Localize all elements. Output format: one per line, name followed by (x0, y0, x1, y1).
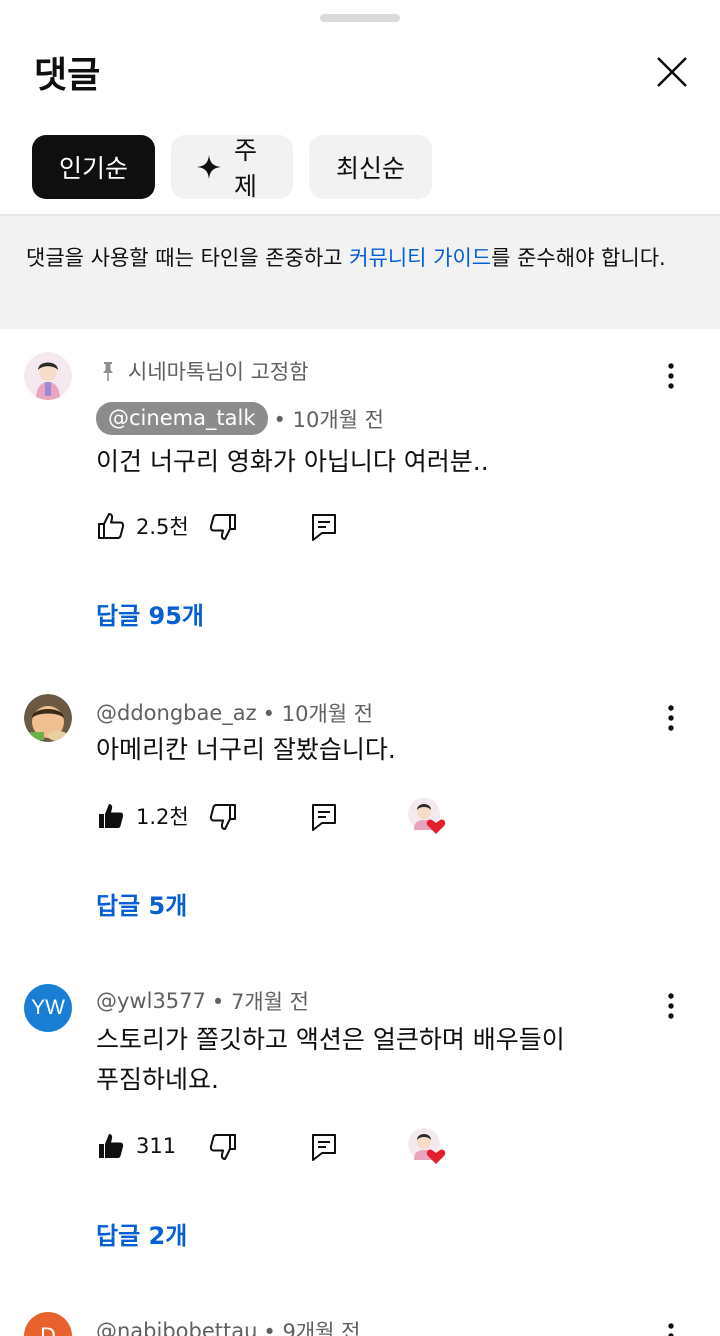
pinned-label: 시네마톡님이 고정함 (98, 356, 309, 386)
reply-icon (312, 1134, 336, 1161)
like-count: 2.5천 (136, 515, 189, 539)
pinned-text: 시네마톡님이 고정함 (128, 360, 309, 384)
comment-text: 이건 너구리 영화가 아닙니다 여러분.. (96, 447, 489, 476)
more-vert-icon (668, 1323, 674, 1336)
like-count: 311 (136, 1134, 177, 1158)
comment-text: 스토리가 쫄깃하고 액션은 얼큰하며 배우들이 푸짐하네요. (96, 1020, 656, 1100)
view-replies-button[interactable]: 답글 5개 (96, 886, 187, 921)
pin-icon (103, 362, 113, 381)
comment-text-line: 스토리가 쫄깃하고 액션은 얼큰하며 배우들이 (96, 1025, 565, 1054)
community-notice: 댓글을 사용할 때는 타인을 존중하고 커뮤니티 가이드를 준수해야 합니다. (0, 216, 720, 329)
comment-item: @ddongbae_az • 10개월 전 아메리칸 너구리 잘봤습니다. 1.… (0, 692, 720, 922)
dislike-button[interactable] (208, 512, 238, 546)
comment-time: • 9개월 전 (263, 1320, 361, 1336)
comment-time: • 10개월 전 (273, 407, 384, 432)
dislike-button[interactable] (208, 802, 238, 836)
panel-title: 댓글 (34, 55, 101, 96)
chip-top[interactable]: 인기순 (32, 135, 155, 199)
comment-meta: @ywl3577 • 7개월 전 (96, 986, 309, 1016)
author-handle-badge[interactable]: @cinema_talk (96, 402, 268, 435)
comment-time: • 10개월 전 (262, 702, 374, 726)
comment-meta: @ddongbae_az • 10개월 전 (96, 698, 373, 728)
creator-heart-badge (406, 796, 450, 836)
avatar[interactable] (24, 694, 72, 742)
like-count: 1.2천 (136, 805, 189, 829)
reply-button[interactable] (310, 1132, 338, 1166)
more-button[interactable] (656, 1316, 686, 1336)
reply-icon (312, 804, 336, 831)
comment-time: • 7개월 전 (211, 990, 309, 1014)
author-handle[interactable]: @nabibobettau (96, 1319, 257, 1336)
notice-text-before: 댓글을 사용할 때는 타인을 존중하고 (26, 246, 350, 270)
avatar[interactable]: D (24, 1312, 72, 1336)
like-button[interactable]: 1.2천 (96, 801, 189, 831)
dislike-button[interactable] (208, 1132, 238, 1166)
more-button[interactable] (656, 356, 686, 396)
notice-text-after: 를 준수해야 합니다. (491, 246, 666, 270)
more-vert-icon (668, 363, 674, 389)
avatar-initials: YW (31, 996, 65, 1019)
view-replies-button[interactable]: 답글 95개 (96, 596, 204, 631)
chip-topics[interactable]: 주제 (171, 135, 293, 201)
reply-button[interactable] (310, 512, 338, 546)
like-button[interactable]: 311 (96, 1131, 176, 1161)
chip-newest[interactable]: 최신순 (309, 135, 432, 199)
thumbs-down-outline-icon (209, 514, 236, 540)
chip-top-label: 인기순 (58, 154, 128, 183)
comment-actions: 2.5천 (96, 506, 336, 546)
thumbs-up-outline-icon (98, 513, 125, 539)
comment-text-line: 푸짐하네요. (96, 1065, 219, 1094)
chip-newest-label: 최신순 (335, 154, 405, 183)
comment-item: YW @ywl3577 • 7개월 전 스토리가 쫄깃하고 액션은 얼큰하며 배… (0, 982, 720, 1272)
sort-chips: 인기순 주제 최신순 (32, 135, 432, 201)
more-button[interactable] (656, 986, 686, 1026)
more-vert-icon (668, 705, 674, 731)
sparkle-icon (196, 154, 222, 180)
author-handle[interactable]: @ddongbae_az (96, 701, 257, 725)
comment-item: D @nabibobettau • 9개월 전 (0, 1312, 720, 1336)
author-handle[interactable]: @ywl3577 (96, 989, 206, 1013)
like-button[interactable]: 2.5천 (96, 511, 189, 541)
comment-actions: 1.2천 (96, 796, 446, 836)
drag-handle[interactable] (320, 14, 400, 22)
reply-icon (312, 514, 336, 541)
thumbs-up-filled-icon (99, 804, 124, 828)
avatar[interactable] (24, 352, 72, 400)
creator-heart-icon (408, 798, 446, 834)
thumbs-down-outline-icon (209, 1134, 236, 1160)
thumbs-up-filled-icon (99, 1134, 124, 1158)
comment-item: 시네마톡님이 고정함 @cinema_talk • 10개월 전 이건 너구리 … (0, 350, 720, 650)
chip-topics-label: 주제 (234, 136, 258, 201)
view-replies-button[interactable]: 답글 2개 (96, 1216, 187, 1251)
creator-heart-badge (406, 1126, 450, 1166)
close-button[interactable] (650, 50, 694, 94)
creator-heart-icon (408, 1128, 446, 1164)
comment-meta: @cinema_talk • 10개월 전 (96, 402, 384, 435)
reply-button[interactable] (310, 802, 338, 836)
avatar-initials: D (39, 1324, 57, 1336)
comment-actions: 311 (96, 1126, 446, 1166)
more-button[interactable] (656, 698, 686, 738)
comment-meta: @nabibobettau • 9개월 전 (96, 1316, 360, 1336)
thumbs-down-outline-icon (209, 804, 236, 830)
community-guidelines-link[interactable]: 커뮤니티 가이드 (349, 246, 491, 270)
close-icon (657, 57, 687, 87)
avatar[interactable]: YW (24, 984, 72, 1032)
comment-text: 아메리칸 너구리 잘봤습니다. (96, 735, 396, 764)
more-vert-icon (668, 993, 674, 1019)
